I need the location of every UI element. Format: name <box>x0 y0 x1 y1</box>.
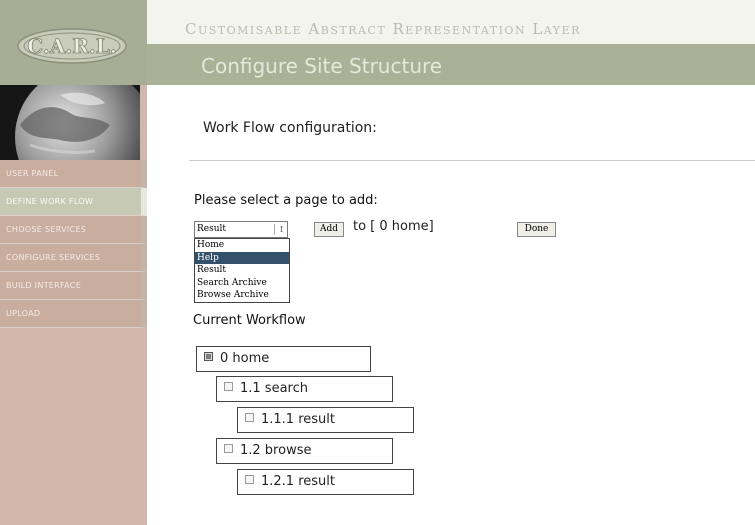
nav-define-work-flow[interactable]: Define Work Flow <box>0 188 147 216</box>
header: C.A.R.L. Customisable Abstract Represent… <box>0 0 755 85</box>
nav-user-panel[interactable]: User Panel <box>0 160 147 188</box>
header-subtitle-bar: Configure Site Structure <box>147 44 755 85</box>
main-content: Work Flow configuration: Please select a… <box>147 85 755 525</box>
header-title-bar: Customisable Abstract Representation Lay… <box>147 0 755 44</box>
node-label: 1.2.1 result <box>261 474 335 489</box>
page-select[interactable]: Result ↕ <box>194 221 288 238</box>
workflow-node-browse-result[interactable]: 1.2.1 result <box>237 469 414 495</box>
page-heading: Configure Site Structure <box>201 54 443 78</box>
nav-choose-services[interactable]: Choose Services <box>0 216 147 244</box>
radio-selected-icon[interactable] <box>204 352 213 361</box>
divider <box>189 160 755 161</box>
target-label: to [ 0 home] <box>353 219 434 234</box>
sidebar-nav: User Panel Define Work Flow Choose Servi… <box>0 160 147 328</box>
page-select-value: Result <box>197 224 227 234</box>
workflow-node-browse[interactable]: 1.2 browse <box>216 438 393 464</box>
radio-icon[interactable] <box>224 382 233 391</box>
sidebar: User Panel Define Work Flow Choose Servi… <box>0 85 147 525</box>
section-title: Work Flow configuration: <box>203 120 377 136</box>
select-prompt: Please select a page to add: <box>194 193 378 208</box>
nav-configure-services[interactable]: Configure Services <box>0 244 147 272</box>
select-arrow-icon[interactable]: ↕ <box>278 222 285 237</box>
logo-area: C.A.R.L. <box>0 0 147 85</box>
app-title: Customisable Abstract Representation Lay… <box>185 20 581 38</box>
node-label: 1.1 search <box>240 381 308 396</box>
nav-upload[interactable]: Upload <box>0 300 147 328</box>
option-result[interactable]: Result <box>195 264 289 277</box>
workflow-title: Current Workflow <box>193 313 306 328</box>
workflow-node-search[interactable]: 1.1 search <box>216 376 393 402</box>
carl-logo: C.A.R.L. <box>17 28 127 64</box>
logo-text: C.A.R.L. <box>27 34 117 58</box>
done-button[interactable]: Done <box>517 222 556 237</box>
nav-build-interface[interactable]: Build Interface <box>0 272 147 300</box>
radio-icon[interactable] <box>245 413 254 422</box>
option-browse-archive[interactable]: Browse Archive <box>195 289 289 302</box>
node-label: 0 home <box>220 351 270 366</box>
node-label: 1.2 browse <box>240 443 312 458</box>
option-help[interactable]: Help <box>195 251 289 264</box>
select-divider <box>274 224 275 235</box>
option-home[interactable]: Home <box>195 239 289 252</box>
workflow-node-search-result[interactable]: 1.1.1 result <box>237 407 414 433</box>
add-button[interactable]: Add <box>314 222 344 237</box>
node-label: 1.1.1 result <box>261 412 335 427</box>
radio-icon[interactable] <box>245 475 254 484</box>
option-search-archive[interactable]: Search Archive <box>195 277 289 290</box>
page-select-options: Home Help Result Search Archive Browse A… <box>194 238 290 303</box>
radio-icon[interactable] <box>224 444 233 453</box>
workflow-node-home[interactable]: 0 home <box>196 346 371 372</box>
earth-image <box>0 85 140 160</box>
